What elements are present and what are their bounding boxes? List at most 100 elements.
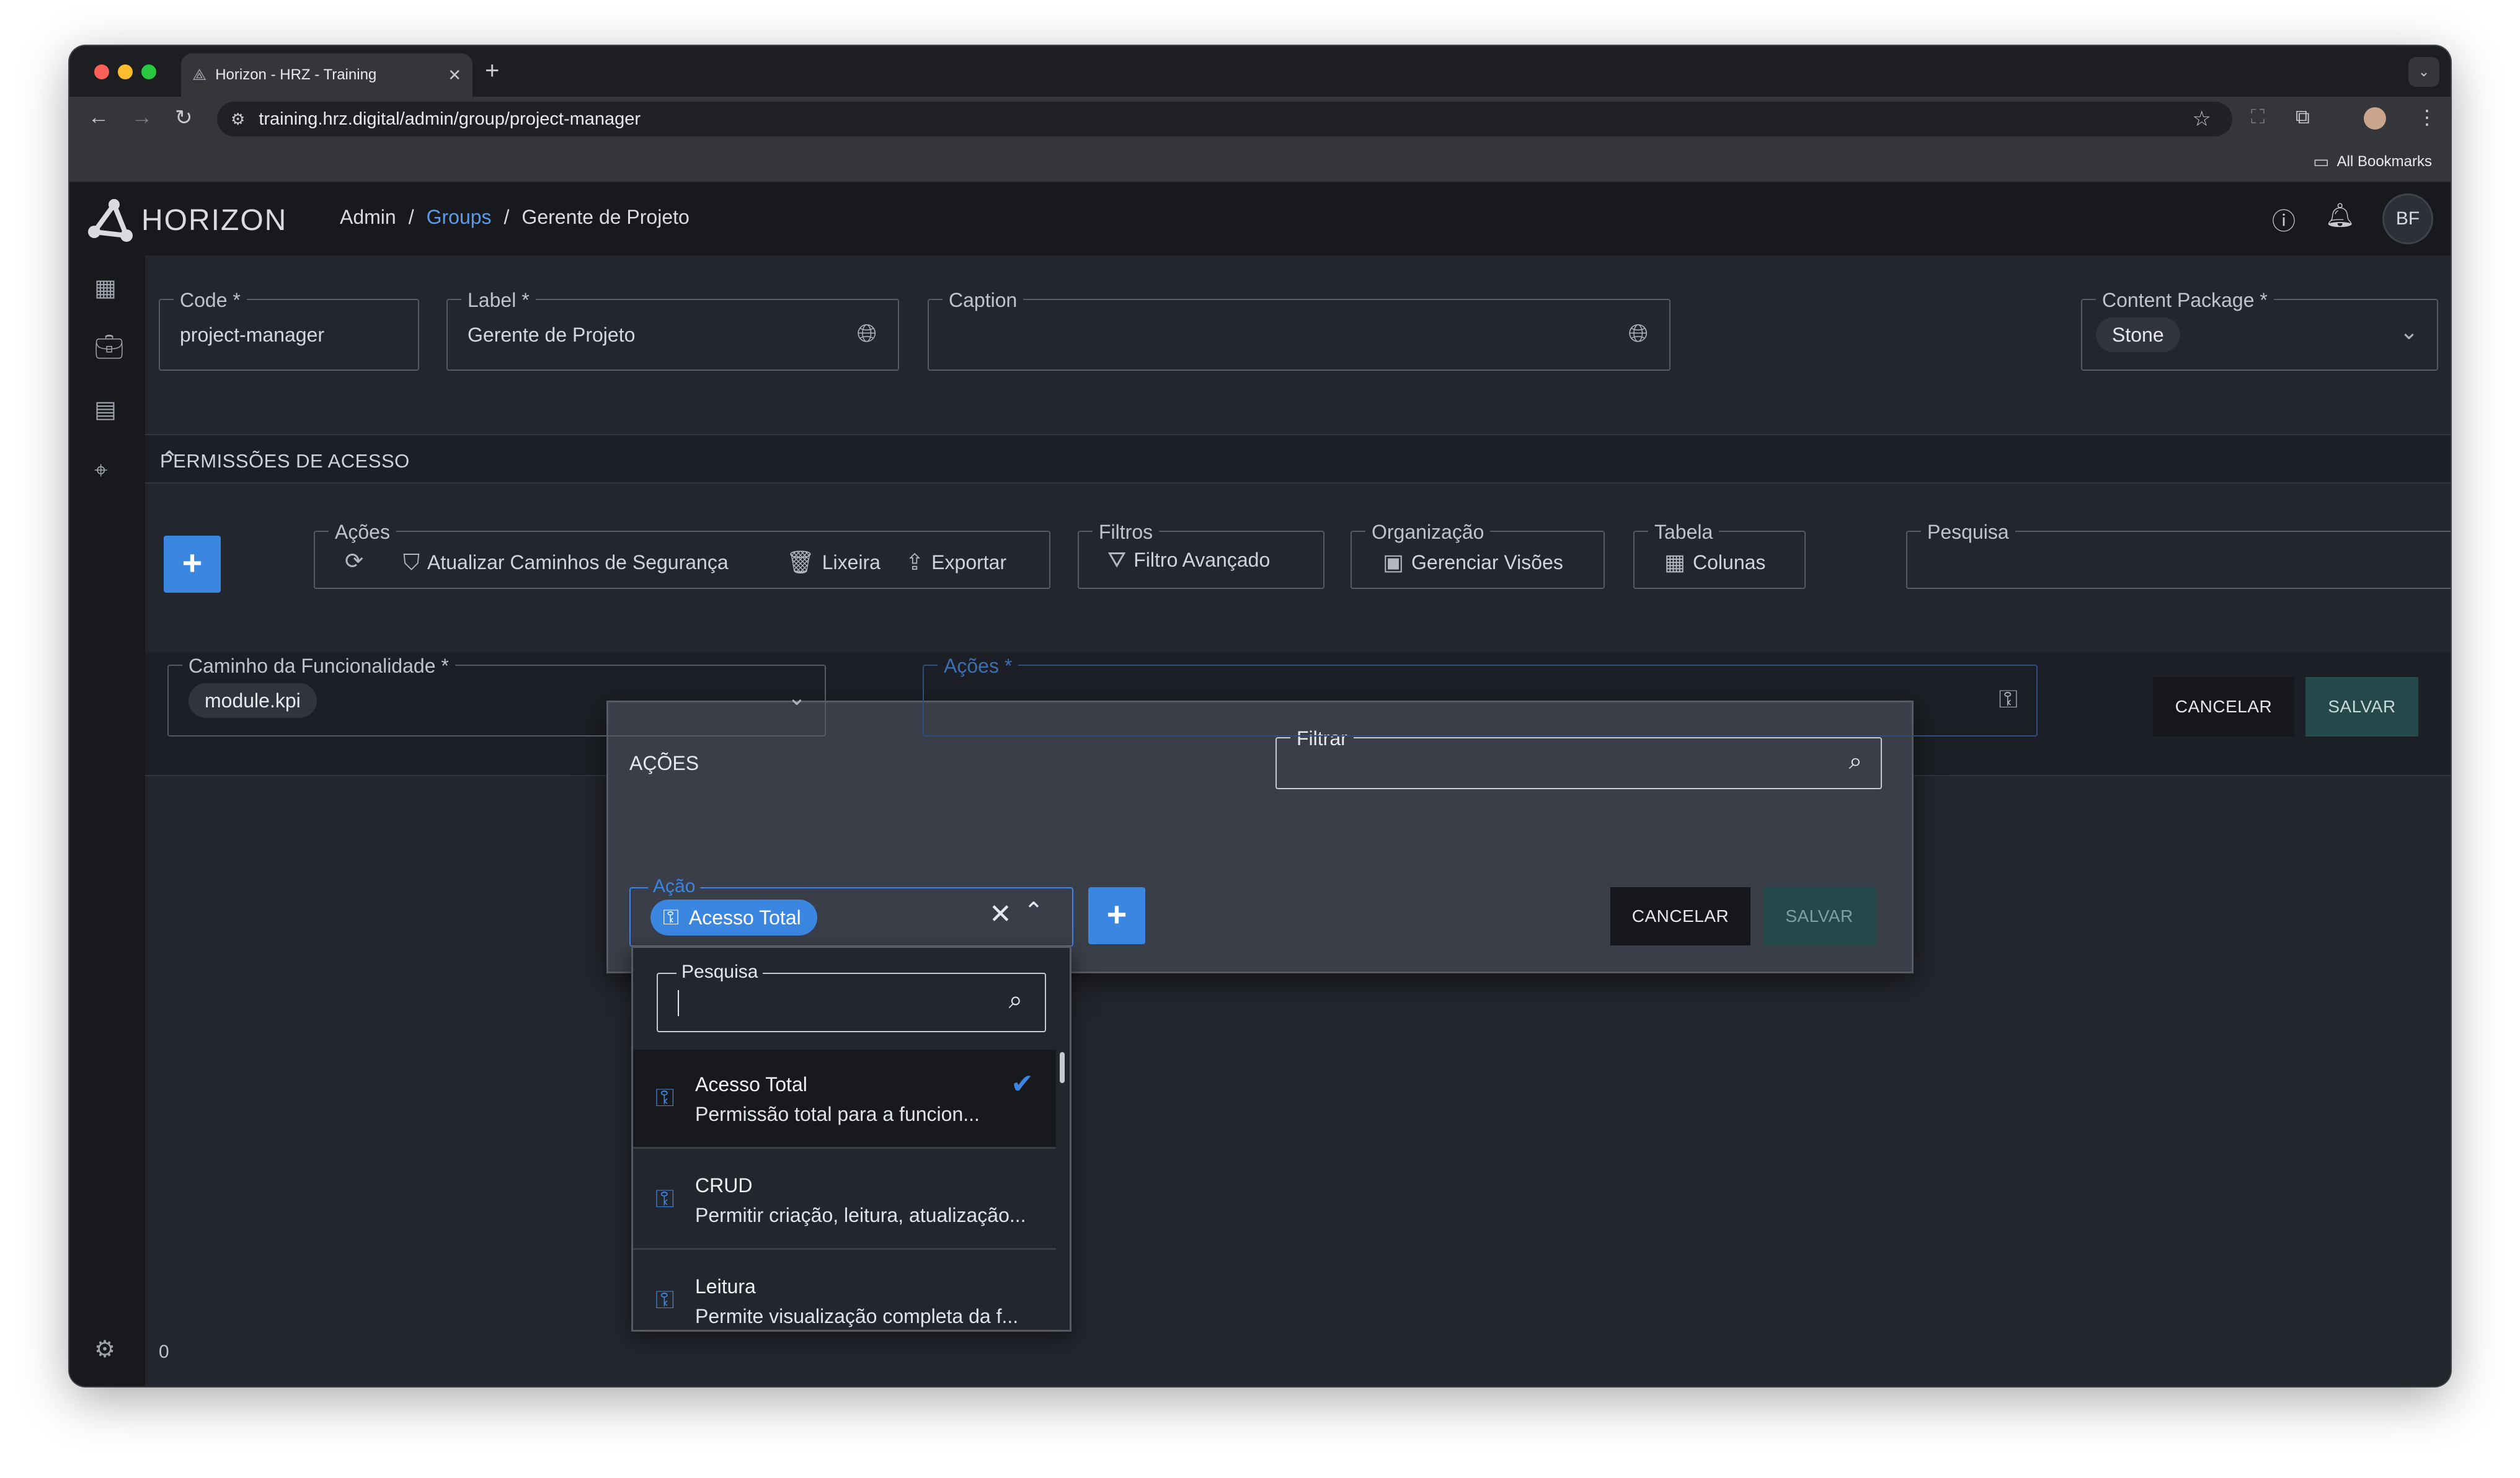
trash-label: Lixeira <box>822 551 881 573</box>
code-field[interactable]: Code * project-manager <box>159 289 419 371</box>
action-icon: ⚿ <box>655 1185 675 1213</box>
search-icon[interactable]: ⌕ <box>1849 748 1862 775</box>
crosshair-icon[interactable]: ⌖ <box>94 458 107 484</box>
advanced-filter-label: Filtro Avançado <box>1134 549 1271 571</box>
maximize-window-button[interactable] <box>141 64 156 79</box>
add-permission-button[interactable]: + <box>164 536 221 593</box>
manage-views-label: Gerenciar Visões <box>1411 551 1563 573</box>
columns-button[interactable]: ▦ Colunas <box>1664 549 1765 575</box>
dropdown-option[interactable]: ⚿ CRUD Permitir criação, leitura, atuali… <box>633 1151 1056 1250</box>
screen-capture-icon[interactable]: ⛶ <box>2251 105 2265 129</box>
path-chip: module.kpi <box>189 683 317 718</box>
access-permissions-section-header[interactable]: PERMISSÕES DE ACESSO ⌃ <box>145 434 2451 484</box>
option-title: CRUD <box>695 1174 753 1197</box>
modal-cancel-button[interactable]: CANCELAR <box>1610 887 1750 945</box>
breadcrumb-current: Gerente de Projeto <box>521 206 690 228</box>
site-settings-icon[interactable]: ⚙ <box>231 110 245 129</box>
tab-search-icon[interactable]: ⌄ <box>2408 57 2439 87</box>
refresh-button[interactable]: ⟳ <box>345 548 363 574</box>
sidebar: ▦ 💼︎ ▤ ⌖ ⚙ <box>69 255 145 1386</box>
profile-avatar-icon[interactable] <box>2364 107 2386 130</box>
briefcase-icon[interactable]: 💼︎ <box>94 334 124 361</box>
chevron-down-icon[interactable]: ⌄ <box>2400 319 2418 345</box>
row-save-button[interactable]: SALVAR <box>2305 677 2418 737</box>
dropdown-search-label: Pesquisa <box>677 962 763 983</box>
browser-menu-icon[interactable]: ⋮ <box>2417 105 2437 129</box>
close-window-button[interactable] <box>94 64 109 79</box>
shield-refresh-icon: ⛉ <box>403 549 420 575</box>
breadcrumb-admin[interactable]: Admin <box>340 206 396 229</box>
modal-save-button[interactable]: SALVAR <box>1763 887 1876 945</box>
manage-views-button[interactable]: ▣ Gerenciar Visões <box>1383 549 1563 575</box>
favicon-icon: ⟁ <box>192 65 207 84</box>
selected-action-label: Acesso Total <box>688 906 801 929</box>
label-field[interactable]: Label * Gerente de Projeto 🌐︎ <box>446 289 899 371</box>
settings-gear-icon[interactable]: ⚙ <box>94 1335 115 1363</box>
tab-title: Horizon - HRZ - Training <box>215 66 377 83</box>
actions-modal: AÇÕES Filtrar ⌕ Ação ⚿ Acesso Total ✕ ⌃ … <box>606 701 1914 973</box>
horizon-logo-icon <box>88 199 133 242</box>
path-label: Caminho da Funcionalidade * <box>182 655 455 678</box>
folder-icon: ▭ <box>2313 152 2330 171</box>
dropdown-search-input[interactable]: Pesquisa ⌕ <box>657 962 1046 1032</box>
add-action-button[interactable]: + <box>1088 887 1145 944</box>
filter-icon: ⛛ <box>1107 547 1127 572</box>
export-icon: ⇪ <box>905 549 925 575</box>
functionality-path-select[interactable]: Caminho da Funcionalidade * module.kpi ⌄ <box>167 655 826 737</box>
notifications-bell-icon[interactable]: 🔔︎ <box>2325 202 2355 229</box>
globe-icon[interactable]: 🌐︎ <box>1628 320 1648 348</box>
chevron-down-icon[interactable]: ⌄ <box>788 684 806 710</box>
dropdown-option[interactable]: ⚿ Leitura Permite visualização completa … <box>633 1252 1056 1330</box>
selected-action-chip[interactable]: ⚿ Acesso Total <box>650 900 817 936</box>
browser-tab-bar: ⟁ Horizon - HRZ - Training ✕ + ⌄ <box>69 46 2451 97</box>
chevron-up-icon[interactable]: ⌃ <box>1024 897 1044 925</box>
forward-icon[interactable]: → <box>131 105 153 130</box>
help-icon[interactable]: ⓘ <box>2272 202 2296 236</box>
reload-icon[interactable]: ↻ <box>175 105 193 130</box>
dropdown-option[interactable]: ⚿ Acesso Total Permissão total para a fu… <box>633 1050 1056 1149</box>
content-package-select[interactable]: Content Package * Stone ⌄ <box>2081 289 2438 371</box>
back-icon[interactable]: ← <box>88 105 109 130</box>
action-lock-icon[interactable]: ⚿ <box>1999 686 2018 714</box>
new-tab-icon[interactable]: + <box>485 57 499 85</box>
label-value: Gerente de Projeto <box>468 324 636 346</box>
advanced-filter-button[interactable]: ⛛ Filtro Avançado <box>1107 547 1270 573</box>
caption-field[interactable]: Caption 🌐︎ <box>928 289 1670 371</box>
bookmarks-bar: ▭ All Bookmarks <box>69 140 2451 182</box>
horizon-logo[interactable]: HORIZON <box>86 196 287 244</box>
actions-select[interactable]: Ações * ⚿ <box>923 655 2038 737</box>
permissions-search-input[interactable]: Pesquisa ⌕ <box>1906 521 2451 589</box>
export-button[interactable]: ⇪ Exportar <box>905 549 1006 575</box>
option-description: Permitir criação, leitura, atualização..… <box>695 1204 1026 1226</box>
organization-group-label: Organização <box>1365 521 1491 544</box>
user-avatar[interactable]: BF <box>2382 193 2433 244</box>
option-title: Leitura <box>695 1275 756 1298</box>
views-icon: ▣ <box>1383 549 1404 575</box>
trash-button[interactable]: 🗑︎ Lixeira <box>786 549 881 575</box>
extensions-icon[interactable]: ⧉ <box>2296 105 2310 129</box>
globe-icon[interactable]: 🌐︎ <box>857 320 877 348</box>
browser-toolbar: ← → ↻ ⚙ training.hrz.digital/admin/group… <box>69 97 2451 140</box>
code-value: project-manager <box>180 324 324 346</box>
content-package-chip: Stone <box>2096 317 2180 352</box>
action-select[interactable]: Ação ⚿ Acesso Total ✕ ⌃ <box>629 876 1073 947</box>
breadcrumb-groups[interactable]: Groups <box>427 206 492 229</box>
search-icon[interactable]: ⌕ <box>1009 986 1023 1014</box>
address-bar[interactable]: ⚙ training.hrz.digital/admin/group/proje… <box>217 102 2232 136</box>
option-description: Permite visualização completa da f... <box>695 1305 1019 1327</box>
bookmark-star-icon[interactable]: ☆ <box>2193 107 2211 131</box>
browser-tab[interactable]: ⟁ Horizon - HRZ - Training ✕ <box>181 53 472 97</box>
building-icon[interactable]: ▦ <box>94 274 117 302</box>
dropdown-scrollbar[interactable] <box>1060 1052 1065 1083</box>
collapse-chevron-icon[interactable]: ⌃ <box>160 446 2446 472</box>
calculator-icon[interactable]: ▤ <box>94 396 117 423</box>
row-cancel-button[interactable]: CANCELAR <box>2153 677 2294 737</box>
modal-filter-input[interactable]: Filtrar ⌕ <box>1276 727 1882 789</box>
minimize-window-button[interactable] <box>118 64 133 79</box>
update-security-paths-button[interactable]: ⛉ Atualizar Caminhos de Segurança <box>403 549 729 576</box>
clear-selection-icon[interactable]: ✕ <box>989 898 1012 930</box>
columns-label: Colunas <box>1693 551 1766 573</box>
all-bookmarks-button[interactable]: ▭ All Bookmarks <box>2313 151 2432 172</box>
breadcrumb-separator: / <box>504 206 510 228</box>
tab-close-icon[interactable]: ✕ <box>448 66 461 85</box>
